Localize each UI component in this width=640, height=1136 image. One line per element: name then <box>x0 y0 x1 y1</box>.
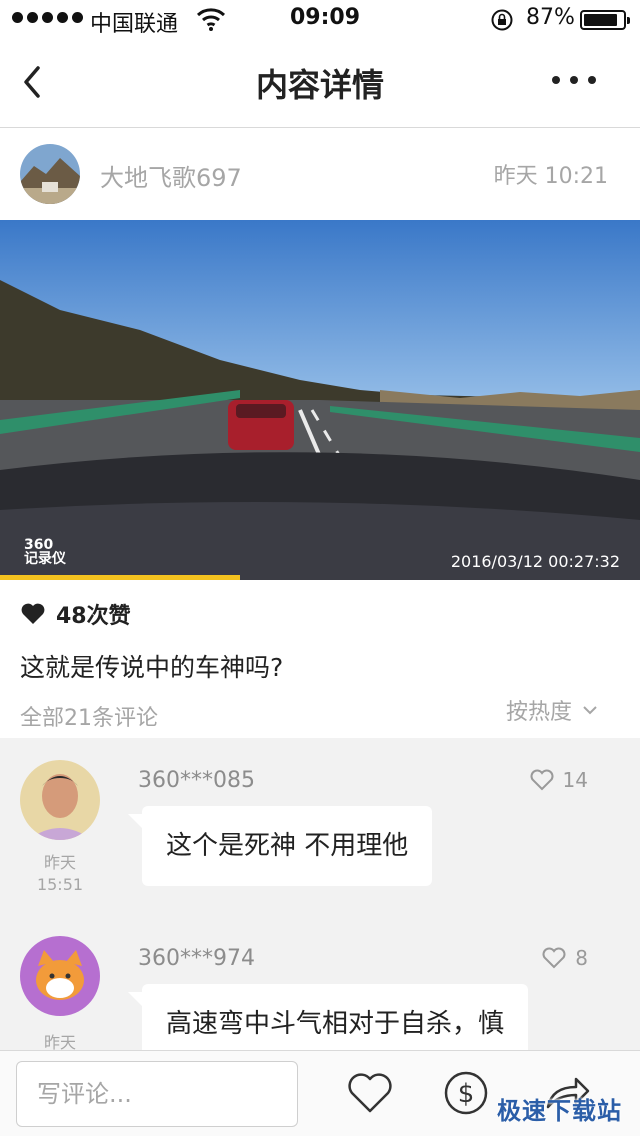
heart-outline-icon <box>530 769 554 791</box>
page-title: 内容详情 <box>255 66 384 104</box>
comment-time-day: 昨天 <box>43 853 76 872</box>
commenter-name[interactable]: 360***974 <box>138 946 255 971</box>
bottom-bar: 写评论... $ 极速下载站 <box>0 1050 640 1136</box>
svg-text:$: $ <box>458 1079 475 1109</box>
video-watermark: 360 记录仪 <box>24 538 66 566</box>
commenter-avatar[interactable] <box>20 936 100 1016</box>
like-count-label: 48次赞 <box>56 604 131 629</box>
more-dots-icon[interactable] <box>552 76 596 84</box>
chevron-down-icon <box>583 706 597 715</box>
nav-bar: 内容详情 <box>0 40 640 128</box>
signal-strength-icon <box>12 12 83 23</box>
lock-rotation-icon <box>491 9 513 31</box>
comment-like-count: 8 <box>575 946 588 970</box>
status-bar: 中国联通 09:09 87% <box>0 0 640 40</box>
video-timestamp: 2016/03/12 00:27:32 <box>450 552 620 571</box>
comment-input[interactable]: 写评论... <box>16 1061 298 1127</box>
comment-like[interactable]: 14 <box>529 768 588 792</box>
watermark-line-2: 记录仪 <box>24 551 66 567</box>
comment-time: 昨天 15:51 <box>20 852 100 896</box>
carrier-name: 中国联通 <box>90 12 179 37</box>
author-name[interactable]: 大地飞歌697 <box>100 158 242 193</box>
comment-list[interactable]: 360***085 14 这个是死神 不用理他 昨天 15:51 360***9… <box>0 738 640 1050</box>
author-avatar[interactable] <box>20 144 80 204</box>
comment-like[interactable]: 8 <box>541 946 588 970</box>
sort-dropdown[interactable]: 按热度 <box>506 694 598 726</box>
comment-like-count: 14 <box>562 768 588 792</box>
clock: 09:09 <box>290 5 361 30</box>
dashcam-frame-image <box>0 220 640 580</box>
commenter-avatar[interactable] <box>20 760 100 840</box>
heart-icon <box>21 603 45 624</box>
heart-outline-icon <box>542 947 566 969</box>
like-count[interactable]: 48次赞 <box>20 598 131 630</box>
comment-time-clock: 15:51 <box>36 875 84 894</box>
comment-time-day: 昨天 <box>43 1033 76 1050</box>
post-time: 昨天 10:21 <box>493 164 608 189</box>
wifi-icon <box>196 8 226 31</box>
post-text: 这就是传说中的车神吗? <box>20 653 284 682</box>
site-watermark: 极速下载站 <box>497 1097 622 1125</box>
video-progress-bar[interactable] <box>0 575 240 580</box>
battery-icon <box>580 10 630 30</box>
comment-bubble: 高速弯中斗气相对于自杀，慎 <box>127 984 529 1050</box>
heart-outline-icon[interactable] <box>344 1067 396 1119</box>
author-row: 大地飞歌697 昨天 10:21 <box>0 128 640 220</box>
video-player[interactable]: 360 记录仪 2016/03/12 00:27:32 <box>0 220 640 580</box>
sort-label: 按热度 <box>505 700 572 725</box>
comment-time: 昨天 <box>20 1032 100 1050</box>
commenter-name[interactable]: 360***085 <box>138 768 255 793</box>
comment-bubble: 这个是死神 不用理他 <box>127 806 433 886</box>
dollar-coin-icon[interactable]: $ <box>440 1067 492 1119</box>
battery-percent: 87% <box>526 5 575 30</box>
comment-count: 全部21条评论 <box>20 706 158 731</box>
watermark-line-1: 360 <box>24 537 54 553</box>
